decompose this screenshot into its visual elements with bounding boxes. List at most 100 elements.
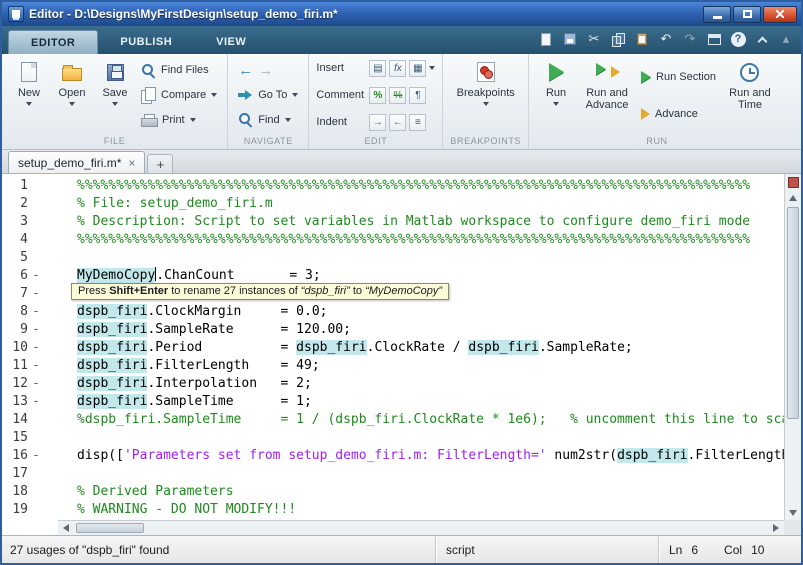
pin-toolstrip-icon[interactable]: ▴ <box>777 30 795 48</box>
run-and-advance-button[interactable]: Run and Advance <box>579 56 635 134</box>
breakpoint-margin[interactable] <box>28 195 44 213</box>
document-tab[interactable]: setup_demo_firi.m* × <box>8 151 145 173</box>
code-line[interactable]: 13-dspb_firi.SampleTime = 1; <box>2 393 784 411</box>
code-line[interactable]: 9-dspb_firi.SampleRate = 120.00; <box>2 321 784 339</box>
code-line[interactable]: 17 <box>2 465 784 483</box>
insert-section-button[interactable]: ▤ <box>369 60 386 77</box>
scroll-up-button[interactable] <box>785 190 801 205</box>
breakpoint-margin[interactable]: - <box>28 285 44 303</box>
highlighted-token: dspb_firi <box>77 304 147 319</box>
code-line[interactable]: 4%%%%%%%%%%%%%%%%%%%%%%%%%%%%%%%%%%%%%%%… <box>2 231 784 249</box>
redo-icon[interactable]: ↷ <box>681 30 699 48</box>
breakpoint-margin[interactable]: - <box>28 393 44 411</box>
code-line[interactable]: 19% WARNING - DO NOT MODIFY!!! <box>2 501 784 519</box>
collapse-ribbon-icon[interactable] <box>753 30 771 48</box>
code-analyzer-indicator[interactable] <box>785 174 801 190</box>
scroll-down-button[interactable] <box>785 505 801 520</box>
code-area[interactable]: 1%%%%%%%%%%%%%%%%%%%%%%%%%%%%%%%%%%%%%%%… <box>2 174 784 520</box>
code-line[interactable]: 2% File: setup_demo_firi.m <box>2 195 784 213</box>
copy-icon[interactable] <box>609 30 627 48</box>
titlebar[interactable]: Editor - D:\Designs\MyFirstDesign\setup_… <box>2 2 801 26</box>
back-button[interactable]: ← <box>238 62 253 79</box>
compare-button[interactable]: Compare <box>138 85 220 105</box>
find-files-button[interactable]: Find Files <box>138 60 220 80</box>
new-script-icon[interactable] <box>537 30 555 48</box>
breakpoint-margin[interactable] <box>28 501 44 519</box>
breakpoint-margin[interactable] <box>28 177 44 195</box>
line-indicator-label: Ln <box>669 543 682 557</box>
run-and-advance-icon <box>596 63 618 81</box>
horizontal-scroll-thumb[interactable] <box>76 523 144 533</box>
forward-button[interactable]: → <box>258 62 273 79</box>
layout-icon[interactable] <box>705 30 723 48</box>
goto-button[interactable]: Go To <box>235 85 301 105</box>
code-line[interactable]: 18% Derived Parameters <box>2 483 784 501</box>
breakpoint-margin[interactable]: - <box>28 375 44 393</box>
close-tab-icon[interactable]: × <box>128 157 135 169</box>
save-button[interactable]: Save <box>95 56 135 134</box>
scrollbar-corner <box>784 520 801 535</box>
code-line[interactable]: 3% Description: Script to set variables … <box>2 213 784 231</box>
breakpoint-margin[interactable] <box>28 213 44 231</box>
breakpoint-margin[interactable]: - <box>28 447 44 465</box>
breakpoint-margin[interactable] <box>28 231 44 249</box>
run-section-button[interactable]: Run Section <box>638 67 719 87</box>
cut-icon[interactable]: ✂ <box>585 30 603 48</box>
line-number: 19 <box>2 501 28 519</box>
vertical-scroll-thumb[interactable] <box>787 207 799 419</box>
line-number: 4 <box>2 231 28 249</box>
new-tab-button[interactable]: + <box>147 154 173 173</box>
run-button[interactable]: Run <box>536 56 576 134</box>
code-line[interactable]: 1%%%%%%%%%%%%%%%%%%%%%%%%%%%%%%%%%%%%%%%… <box>2 177 784 195</box>
run-and-time-button[interactable]: Run and Time <box>722 56 778 134</box>
indent-right-button[interactable]: → <box>369 114 386 131</box>
print-button[interactable]: Print <box>138 110 220 130</box>
breakpoint-margin[interactable] <box>28 411 44 429</box>
help-icon[interactable]: ? <box>729 30 747 48</box>
code-line[interactable]: 10-dspb_firi.Period = dspb_firi.ClockRat… <box>2 339 784 357</box>
code-line[interactable]: 8-dspb_firi.ClockMargin = 0.0; <box>2 303 784 321</box>
comment-button[interactable]: % <box>369 87 386 104</box>
code-line[interactable]: 11-dspb_firi.FilterLength = 49; <box>2 357 784 375</box>
uncomment-button[interactable]: % <box>389 87 406 104</box>
scroll-right-button[interactable] <box>768 521 784 535</box>
breakpoint-margin[interactable]: - <box>28 321 44 339</box>
code-line[interactable]: 14%dspb_firi.SampleTime = 1 / (dspb_firi… <box>2 411 784 429</box>
paste-icon[interactable] <box>633 30 651 48</box>
breakpoint-margin[interactable] <box>28 483 44 501</box>
indent-left-button[interactable]: ← <box>389 114 406 131</box>
breakpoint-margin[interactable]: - <box>28 339 44 357</box>
breakpoint-margin[interactable] <box>28 429 44 447</box>
advance-button[interactable]: Advance <box>638 104 719 124</box>
code-line[interactable]: 16-disp(['Parameters set from setup_demo… <box>2 447 784 465</box>
breakpoint-margin[interactable] <box>28 249 44 267</box>
tab-editor[interactable]: EDITOR <box>8 30 98 54</box>
highlighted-token: dspb_firi <box>77 340 147 355</box>
code-token: .Period = <box>147 340 296 355</box>
smart-indent-button[interactable]: ≡ <box>409 114 426 131</box>
minimize-button[interactable] <box>703 6 731 23</box>
breakpoint-margin[interactable] <box>28 465 44 483</box>
breakpoint-margin[interactable]: - <box>28 267 44 285</box>
insert-block-button[interactable]: ▦ <box>409 60 426 77</box>
undo-icon[interactable]: ↶ <box>657 30 675 48</box>
scroll-left-button[interactable] <box>58 521 74 535</box>
close-button[interactable] <box>763 6 797 23</box>
save-icon[interactable] <box>561 30 579 48</box>
tab-view[interactable]: VIEW <box>194 30 268 54</box>
new-button[interactable]: New <box>9 56 49 134</box>
vertical-scrollbar[interactable] <box>784 174 801 520</box>
code-line[interactable]: 5 <box>2 249 784 267</box>
insert-function-button[interactable]: fx <box>389 60 406 77</box>
find-button[interactable]: Find <box>235 110 301 130</box>
breakpoints-button[interactable]: Breakpoints <box>458 56 514 134</box>
maximize-button[interactable] <box>733 6 761 23</box>
breakpoint-margin[interactable]: - <box>28 357 44 375</box>
horizontal-scrollbar[interactable] <box>58 520 784 535</box>
tab-publish[interactable]: PUBLISH <box>98 30 194 54</box>
code-line[interactable]: 12-dspb_firi.Interpolation = 2; <box>2 375 784 393</box>
wrap-comments-button[interactable]: ¶ <box>409 87 426 104</box>
breakpoint-margin[interactable]: - <box>28 303 44 321</box>
open-button[interactable]: Open <box>52 56 92 134</box>
code-line[interactable]: 15 <box>2 429 784 447</box>
